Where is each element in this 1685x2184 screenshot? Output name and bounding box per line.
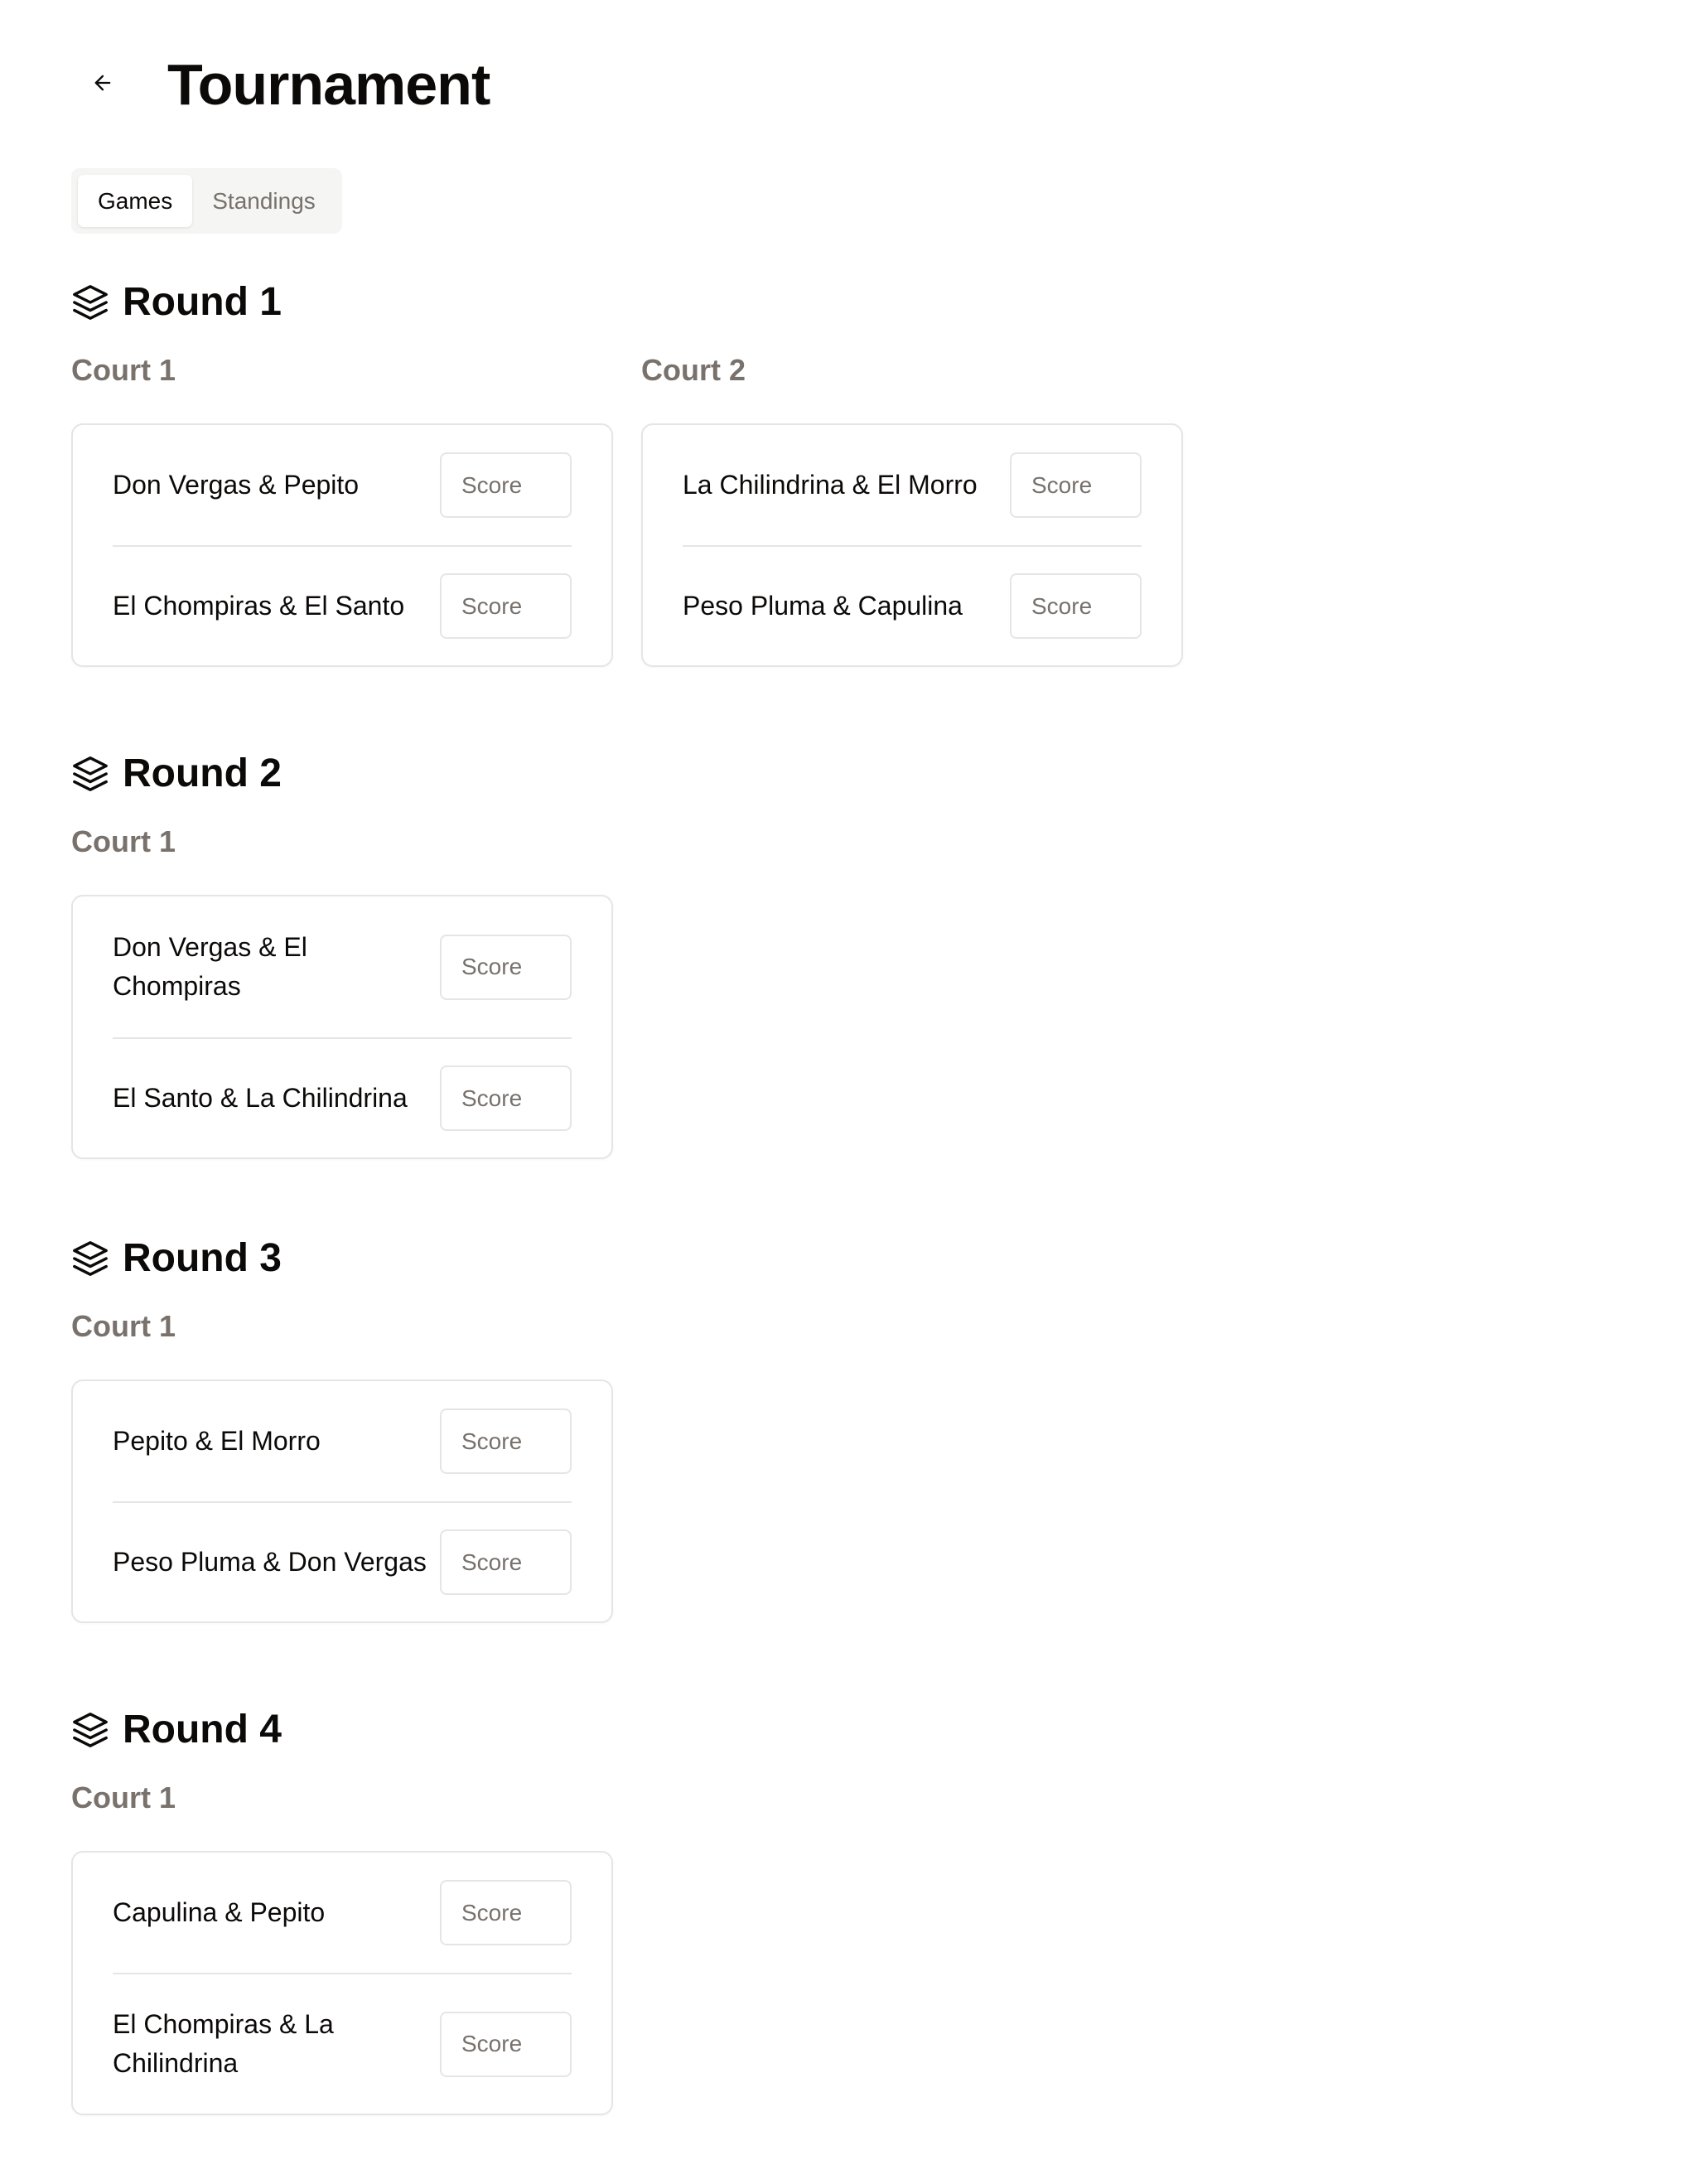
team-name: El Chompiras & La Chilindrina: [113, 2009, 334, 2078]
score-input[interactable]: [440, 2011, 572, 2077]
score-input[interactable]: [1010, 573, 1142, 639]
score-input[interactable]: [440, 452, 572, 518]
court: Court 1 Don Vergas & Pepito El Chompiras…: [71, 352, 613, 667]
courts: Court 1 Don Vergas & Pepito El Chompiras…: [71, 352, 1183, 667]
match-card: Capulina & Pepito El Chompiras & La Chil…: [71, 1851, 613, 2115]
round-1: Round 1 Court 1 Don Vergas & Pepito El C…: [71, 278, 1183, 667]
court: Court 2 La Chilindrina & El Morro Peso P…: [641, 352, 1183, 667]
match-card: La Chilindrina & El Morro Peso Pluma & C…: [641, 423, 1183, 667]
match-card: Don Vergas & Pepito El Chompiras & El Sa…: [71, 423, 613, 667]
team-row: Don Vergas & Pepito: [113, 425, 572, 545]
team-row: La Chilindrina & El Morro: [683, 425, 1142, 545]
arrow-left-icon: [91, 71, 114, 99]
team-row: Don Vergas & El Chompiras: [113, 896, 572, 1037]
round-title: Round 2: [123, 751, 282, 795]
court: Court 1 Capulina & Pepito El Chompiras &…: [71, 1780, 613, 2115]
team-row: El Santo & La Chilindrina: [113, 1037, 572, 1157]
score-input[interactable]: [440, 1529, 572, 1595]
layers-icon: [71, 755, 109, 793]
team-name: La Chilindrina & El Morro: [683, 470, 978, 500]
team-row: Capulina & Pepito: [113, 1853, 572, 1973]
courts: Court 1 Pepito & El Morro Peso Pluma & D…: [71, 1308, 613, 1623]
round-title: Round 1: [123, 280, 282, 324]
layers-icon: [71, 1711, 109, 1749]
score-input[interactable]: [440, 1065, 572, 1131]
team-row: El Chompiras & El Santo: [113, 545, 572, 665]
round-header: Round 3: [71, 1234, 613, 1283]
team-row: Pepito & El Morro: [113, 1381, 572, 1501]
round-header: Round 2: [71, 749, 613, 799]
tab-games[interactable]: Games: [78, 175, 193, 227]
round-3: Round 3 Court 1 Pepito & El Morro Peso P…: [71, 1234, 613, 1623]
round-2: Round 2 Court 1 Don Vergas & El Chompira…: [71, 749, 613, 1159]
team-name: El Chompiras & El Santo: [113, 591, 405, 621]
page-header: Tournament: [80, 48, 490, 121]
view-tabs: Games Standings: [71, 168, 342, 234]
team-row: El Chompiras & La Chilindrina: [113, 1973, 572, 2114]
court-label: Court 1: [71, 824, 176, 858]
court-label: Court 1: [71, 1781, 176, 1814]
team-name: Peso Pluma & Don Vergas: [113, 1547, 427, 1577]
score-input[interactable]: [440, 1408, 572, 1474]
round-header: Round 4: [71, 1705, 613, 1755]
team-name: Peso Pluma & Capulina: [683, 591, 963, 621]
court: Court 1 Don Vergas & El Chompiras El San…: [71, 824, 613, 1159]
team-row: Peso Pluma & Capulina: [683, 545, 1142, 665]
score-input[interactable]: [440, 573, 572, 639]
back-button[interactable]: [80, 61, 126, 108]
round-4: Round 4 Court 1 Capulina & Pepito El Cho…: [71, 1705, 613, 2115]
tab-standings[interactable]: Standings: [192, 175, 336, 227]
courts: Court 1 Don Vergas & El Chompiras El San…: [71, 824, 613, 1159]
court-label: Court 1: [71, 1309, 176, 1343]
layers-icon: [71, 283, 109, 321]
team-row: Peso Pluma & Don Vergas: [113, 1501, 572, 1621]
courts: Court 1 Capulina & Pepito El Chompiras &…: [71, 1780, 613, 2115]
team-name: Don Vergas & El Chompiras: [113, 932, 307, 1001]
court-label: Court 2: [641, 353, 746, 387]
score-input[interactable]: [440, 1880, 572, 1945]
round-title: Round 4: [123, 1708, 282, 1752]
team-name: Capulina & Pepito: [113, 1897, 326, 1927]
score-input[interactable]: [440, 934, 572, 1000]
page-title: Tournament: [167, 52, 490, 117]
round-title: Round 3: [123, 1236, 282, 1280]
team-name: Don Vergas & Pepito: [113, 470, 360, 500]
court: Court 1 Pepito & El Morro Peso Pluma & D…: [71, 1308, 613, 1623]
match-card: Don Vergas & El Chompiras El Santo & La …: [71, 895, 613, 1159]
court-label: Court 1: [71, 353, 176, 387]
team-name: El Santo & La Chilindrina: [113, 1083, 408, 1113]
round-header: Round 1: [71, 278, 1183, 327]
team-name: Pepito & El Morro: [113, 1426, 321, 1456]
layers-icon: [71, 1239, 109, 1278]
match-card: Pepito & El Morro Peso Pluma & Don Verga…: [71, 1379, 613, 1623]
score-input[interactable]: [1010, 452, 1142, 518]
